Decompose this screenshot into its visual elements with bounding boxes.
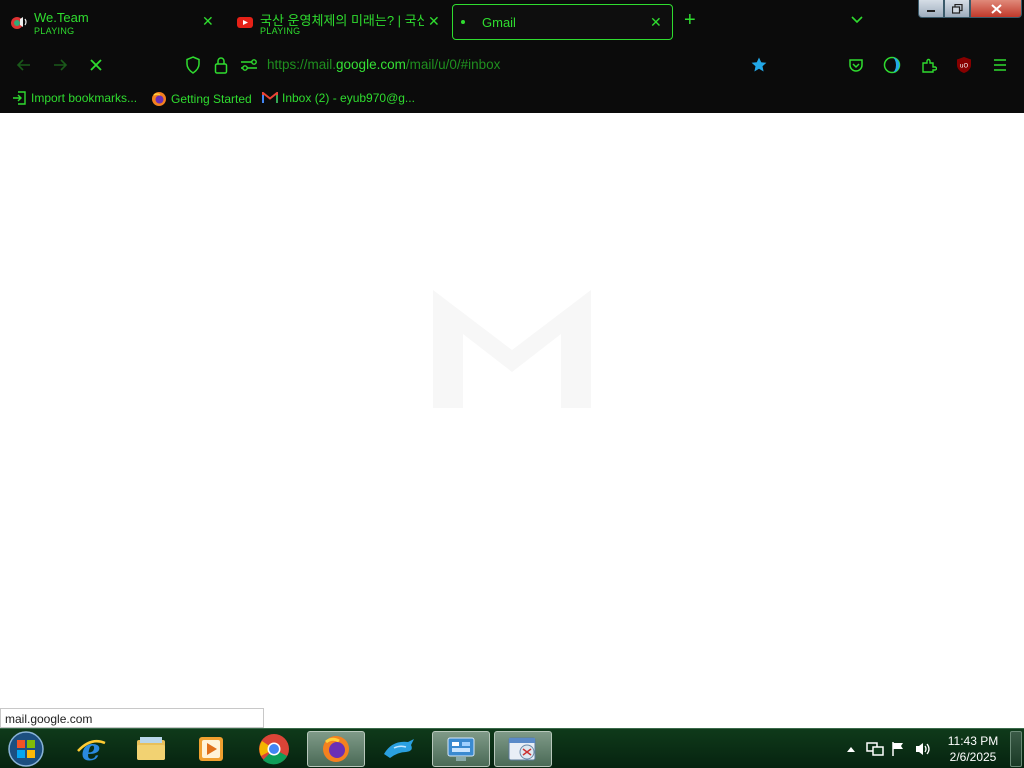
gmail-icon	[262, 92, 278, 103]
taskbar-window-app[interactable]	[494, 731, 552, 767]
tab-title: Gmail	[482, 15, 516, 30]
media-player-icon	[199, 737, 223, 761]
taskbar: e 11:43 PM 2/6/2025	[0, 728, 1024, 768]
gmail-loading-logo	[433, 290, 591, 408]
taskbar-dolphin[interactable]	[370, 731, 428, 767]
taskbar-media-player[interactable]	[182, 731, 240, 767]
back-button[interactable]	[14, 55, 34, 75]
ublock-shield-icon: uO	[957, 57, 971, 73]
firefox-icon	[323, 736, 349, 762]
volume-icon[interactable]	[914, 741, 932, 757]
forward-button[interactable]	[50, 55, 70, 75]
tab-youtube[interactable]: 국산 운영체제의 미래는? | 국산 PLAYING ✕	[228, 4, 446, 40]
dark-reader-button[interactable]	[882, 55, 902, 75]
clock-date: 2/6/2025	[949, 750, 997, 764]
close-icon[interactable]: ✕	[650, 15, 662, 29]
restore-icon	[951, 3, 963, 14]
site-info-button[interactable]	[211, 55, 231, 75]
close-icon[interactable]: ✕	[202, 14, 214, 28]
permissions-button[interactable]	[239, 55, 259, 75]
tracking-protection-button[interactable]	[183, 55, 203, 75]
taskbar-file-explorer[interactable]	[122, 731, 180, 767]
dark-mode-icon	[883, 56, 901, 74]
tab-weteam[interactable]: We.Team PLAYING ✕	[2, 4, 220, 40]
import-icon	[13, 91, 26, 105]
folder-icon	[137, 737, 165, 760]
star-icon	[751, 57, 767, 72]
stop-button[interactable]	[86, 55, 106, 75]
hamburger-menu-icon	[994, 59, 1006, 71]
speaker-icon	[11, 17, 27, 29]
bookmark-inbox[interactable]: Inbox (2) - eyub970@g...	[262, 91, 415, 105]
loading-dot-icon	[461, 20, 465, 24]
pocket-icon	[849, 59, 863, 72]
new-tab-button[interactable]: +	[684, 10, 696, 30]
taskbar-chrome[interactable]	[245, 731, 303, 767]
bookmarks-toolbar: Import bookmarks... Getting Started Inbo…	[0, 86, 1024, 113]
menu-button[interactable]	[990, 55, 1010, 75]
system-clock[interactable]: 11:43 PM 2/6/2025	[940, 733, 1006, 765]
minimize-icon	[927, 9, 935, 12]
taskbar-internet-explorer[interactable]: e	[62, 731, 120, 767]
pocket-button[interactable]	[846, 55, 866, 75]
start-button[interactable]	[6, 730, 46, 768]
network-icon[interactable]	[866, 741, 884, 757]
tab-strip: We.Team PLAYING ✕ 국산 운영체제의 미래는? | 국산 PLA…	[0, 0, 1024, 44]
bookmark-label: Inbox (2) - eyub970@g...	[282, 91, 415, 105]
control-panel-icon	[447, 737, 475, 761]
ublock-button[interactable]: uO	[954, 55, 974, 75]
bookmark-label: Import bookmarks...	[31, 91, 138, 105]
bookmark-star-button[interactable]	[749, 55, 769, 75]
forward-arrow-icon	[54, 59, 68, 71]
tab-playing-label: PLAYING	[260, 26, 301, 36]
bookmark-import[interactable]: Import bookmarks...	[12, 91, 137, 105]
youtube-icon	[237, 17, 253, 28]
extensions-button[interactable]	[919, 55, 939, 75]
taskbar-firefox[interactable]	[307, 731, 365, 767]
bookmark-label: Getting Started	[171, 92, 252, 106]
tab-playing-label: PLAYING	[34, 26, 75, 36]
url-host: google.com	[336, 57, 406, 72]
stop-icon	[90, 59, 102, 71]
page-content	[0, 113, 1024, 728]
show-desktop-button[interactable]	[1010, 731, 1022, 767]
navigation-toolbar: https://mail.google.com/mail/u/0/#inbox …	[0, 44, 1024, 86]
close-icon[interactable]: ✕	[428, 14, 440, 28]
puzzle-icon	[922, 58, 937, 73]
minimize-button[interactable]	[918, 0, 944, 18]
firefox-icon	[152, 92, 166, 106]
restore-button[interactable]	[944, 0, 970, 18]
tab-title: We.Team	[34, 10, 89, 25]
show-hidden-icons-icon[interactable]	[846, 745, 856, 753]
shield-icon	[186, 56, 200, 74]
close-icon	[990, 3, 1002, 14]
clock-time: 11:43 PM	[947, 734, 999, 748]
window-app-icon	[508, 737, 536, 761]
window-controls	[918, 0, 1022, 18]
bookmark-getting-started[interactable]: Getting Started	[151, 91, 252, 107]
svg-text:e: e	[81, 733, 100, 765]
internet-explorer-icon: e	[77, 733, 106, 765]
svg-text:uO: uO	[960, 63, 969, 70]
taskbar-control-panel[interactable]	[432, 731, 490, 767]
permissions-icon	[241, 59, 257, 71]
url-prefix: https://mail.	[267, 57, 337, 72]
status-url-tooltip: mail.google.com	[0, 708, 264, 728]
tab-gmail[interactable]: Gmail ✕	[452, 4, 673, 40]
chrome-icon	[259, 734, 289, 765]
back-arrow-icon	[16, 59, 30, 71]
dolphin-icon	[384, 739, 414, 758]
lock-icon	[214, 57, 228, 74]
url-bar[interactable]: https://mail.google.com/mail/u/0/#inbox	[267, 57, 500, 72]
url-path: /mail/u/0/#inbox	[405, 57, 501, 72]
close-window-button[interactable]	[970, 0, 1022, 18]
action-center-flag-icon[interactable]	[890, 741, 906, 757]
chevron-down-icon[interactable]	[849, 12, 865, 28]
